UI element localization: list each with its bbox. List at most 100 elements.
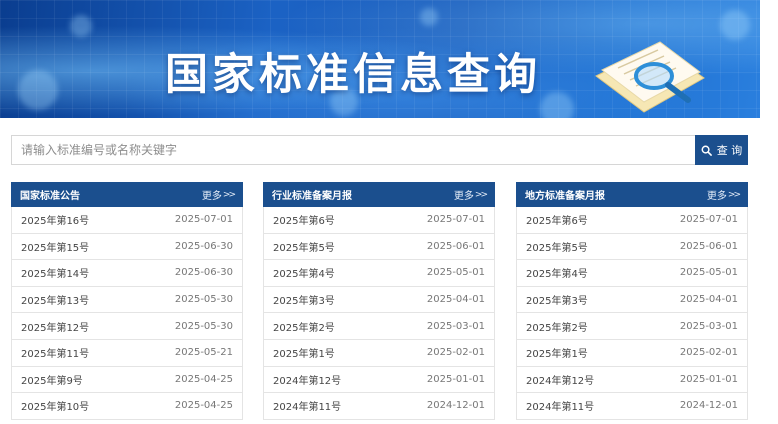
list-item[interactable]: 2024年第11号 2024-12-01 bbox=[263, 393, 495, 420]
list-item[interactable]: 2025年第15号 2025-06-30 bbox=[11, 233, 243, 261]
more-label: 更多 bbox=[453, 191, 474, 202]
list-item[interactable]: 2025年第2号 2025-03-01 bbox=[263, 313, 495, 340]
list-item[interactable]: 2025年第4号 2025-05-01 bbox=[516, 260, 748, 287]
item-date: 2025-04-25 bbox=[174, 400, 233, 412]
panel-local-monthly-report: 地方标准备案月报 更多 >> 2025年第6号 2025-07-01 2025年第… bbox=[516, 182, 748, 420]
item-name: 2025年第16号 bbox=[21, 216, 90, 228]
list-item[interactable]: 2025年第6号 2025-07-01 bbox=[516, 207, 748, 234]
item-name: 2025年第15号 bbox=[21, 242, 90, 254]
list-item[interactable]: 2025年第6号 2025-07-01 bbox=[263, 207, 495, 234]
item-name: 2025年第9号 bbox=[21, 375, 83, 387]
item-date: 2025-01-01 bbox=[679, 373, 738, 385]
item-name: 2025年第4号 bbox=[526, 269, 588, 281]
list-item[interactable]: 2025年第11号 2025-05-21 bbox=[11, 339, 243, 367]
panel-industry-monthly-report: 行业标准备案月报 更多 >> 2025年第6号 2025-07-01 2025年第… bbox=[263, 182, 495, 420]
panel-title: 行业标准备案月报 bbox=[272, 191, 352, 202]
item-date: 2025-05-01 bbox=[679, 267, 738, 279]
item-name: 2025年第4号 bbox=[273, 269, 335, 281]
search-icon bbox=[701, 145, 712, 156]
item-date: 2025-07-01 bbox=[679, 214, 738, 226]
double-chevron-right-icon: >> bbox=[727, 189, 741, 200]
search-button[interactable]: 查 询 bbox=[695, 135, 748, 165]
item-date: 2025-02-01 bbox=[426, 347, 485, 359]
list-item[interactable]: 2024年第12号 2025-01-01 bbox=[516, 366, 748, 394]
more-label: 更多 bbox=[706, 191, 727, 202]
item-name: 2024年第11号 bbox=[273, 402, 342, 414]
item-name: 2025年第6号 bbox=[273, 216, 335, 228]
list-item[interactable]: 2025年第9号 2025-04-25 bbox=[11, 366, 243, 394]
item-name: 2025年第13号 bbox=[21, 296, 90, 308]
panel-national-announcements: 国家标准公告 更多 >> 2025年第16号 2025-07-01 2025年第1… bbox=[11, 182, 243, 420]
search-bar: 查 询 bbox=[11, 135, 748, 165]
item-date: 2025-07-01 bbox=[174, 214, 233, 226]
search-input[interactable] bbox=[12, 136, 696, 164]
item-date: 2025-02-01 bbox=[679, 347, 738, 359]
double-chevron-right-icon: >> bbox=[474, 189, 488, 200]
item-name: 2025年第2号 bbox=[526, 322, 588, 334]
list-item[interactable]: 2025年第3号 2025-04-01 bbox=[516, 286, 748, 314]
item-date: 2024-12-01 bbox=[426, 400, 485, 412]
list-item[interactable]: 2025年第5号 2025-06-01 bbox=[516, 233, 748, 261]
banner: 国家标准信息查询 bbox=[0, 0, 760, 118]
list-item[interactable]: 2025年第3号 2025-04-01 bbox=[263, 286, 495, 314]
list-item[interactable]: 2025年第13号 2025-05-30 bbox=[11, 286, 243, 314]
item-date: 2024-12-01 bbox=[679, 400, 738, 412]
list-item[interactable]: 2025年第2号 2025-03-01 bbox=[516, 313, 748, 340]
list-item[interactable]: 2024年第12号 2025-01-01 bbox=[263, 366, 495, 394]
banner-light bbox=[70, 15, 92, 37]
more-link[interactable]: 更多 >> bbox=[201, 187, 236, 203]
list-item[interactable]: 2025年第1号 2025-02-01 bbox=[516, 339, 748, 367]
item-name: 2025年第10号 bbox=[21, 402, 90, 414]
list-item[interactable]: 2025年第1号 2025-02-01 bbox=[263, 339, 495, 367]
item-date: 2025-07-01 bbox=[426, 214, 485, 226]
item-date: 2025-05-30 bbox=[174, 320, 233, 332]
banner-title: 国家标准信息查询 bbox=[165, 50, 541, 100]
search-button-label: 查 询 bbox=[716, 144, 743, 157]
item-name: 2024年第11号 bbox=[526, 402, 595, 414]
document-magnifier-icon bbox=[595, 41, 705, 113]
item-date: 2025-06-01 bbox=[679, 240, 738, 252]
item-name: 2025年第12号 bbox=[21, 322, 90, 334]
panel-header: 行业标准备案月报 更多 >> bbox=[263, 182, 495, 207]
item-date: 2025-04-25 bbox=[174, 373, 233, 385]
item-date: 2025-05-01 bbox=[426, 267, 485, 279]
list-item[interactable]: 2025年第14号 2025-06-30 bbox=[11, 260, 243, 287]
banner-light bbox=[420, 8, 438, 26]
list-item[interactable]: 2025年第4号 2025-05-01 bbox=[263, 260, 495, 287]
panel-title: 地方标准备案月报 bbox=[525, 191, 605, 202]
item-name: 2025年第5号 bbox=[526, 242, 588, 254]
item-date: 2025-03-01 bbox=[426, 320, 485, 332]
item-date: 2025-01-01 bbox=[426, 373, 485, 385]
list-item[interactable]: 2025年第10号 2025-04-25 bbox=[11, 393, 243, 420]
list-item[interactable]: 2025年第5号 2025-06-01 bbox=[263, 233, 495, 261]
list-item[interactable]: 2025年第12号 2025-05-30 bbox=[11, 313, 243, 340]
item-name: 2025年第14号 bbox=[21, 269, 90, 281]
item-name: 2025年第1号 bbox=[526, 349, 588, 361]
item-date: 2025-06-01 bbox=[426, 240, 485, 252]
item-date: 2025-04-01 bbox=[679, 294, 738, 306]
item-date: 2025-06-30 bbox=[174, 240, 233, 252]
item-name: 2025年第6号 bbox=[526, 216, 588, 228]
item-date: 2025-06-30 bbox=[174, 267, 233, 279]
more-link[interactable]: 更多 >> bbox=[453, 187, 488, 203]
list-item[interactable]: 2024年第11号 2024-12-01 bbox=[516, 393, 748, 420]
panel-header: 国家标准公告 更多 >> bbox=[11, 182, 243, 207]
more-label: 更多 bbox=[201, 191, 222, 202]
double-chevron-right-icon: >> bbox=[222, 189, 236, 200]
panel-header: 地方标准备案月报 更多 >> bbox=[516, 182, 748, 207]
banner-light bbox=[18, 70, 58, 110]
item-date: 2025-03-01 bbox=[679, 320, 738, 332]
item-name: 2025年第3号 bbox=[526, 296, 588, 308]
more-link[interactable]: 更多 >> bbox=[706, 187, 741, 203]
banner-light bbox=[540, 92, 574, 118]
panel-title: 国家标准公告 bbox=[20, 191, 80, 202]
item-date: 2025-05-30 bbox=[174, 294, 233, 306]
item-name: 2025年第11号 bbox=[21, 349, 90, 361]
item-name: 2025年第1号 bbox=[273, 349, 335, 361]
banner-light bbox=[720, 10, 750, 40]
item-name: 2025年第3号 bbox=[273, 296, 335, 308]
list-item[interactable]: 2025年第16号 2025-07-01 bbox=[11, 207, 243, 234]
item-date: 2025-05-21 bbox=[174, 347, 233, 359]
item-name: 2024年第12号 bbox=[526, 375, 595, 387]
item-name: 2025年第5号 bbox=[273, 242, 335, 254]
